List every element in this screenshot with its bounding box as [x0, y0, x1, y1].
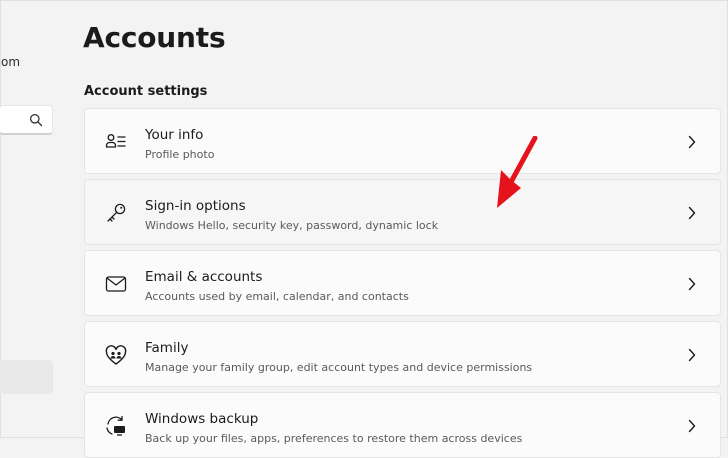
chevron-right-icon — [688, 206, 696, 220]
search-icon — [29, 113, 43, 127]
chevron-right-icon — [688, 419, 696, 433]
mail-icon — [105, 276, 127, 292]
chevron-right-icon — [688, 135, 696, 149]
card-title: Your info — [145, 127, 204, 143]
family-heart-icon — [105, 345, 127, 365]
card-subtitle: Manage your family group, edit account t… — [145, 361, 533, 374]
backup-icon — [106, 415, 125, 436]
chevron-right-icon — [688, 277, 696, 291]
find-setting-search-input[interactable] — [0, 105, 53, 135]
card-windows-backup[interactable]: Windows backup Back up your files, apps,… — [84, 392, 721, 458]
card-title: Family — [145, 340, 189, 356]
card-title: Sign-in options — [145, 198, 246, 214]
key-icon — [107, 203, 126, 222]
card-family[interactable]: Family Manage your family group, edit ac… — [84, 321, 721, 387]
card-title: Windows backup — [145, 411, 259, 427]
page-title: Accounts — [83, 21, 226, 54]
person-list-icon — [105, 134, 126, 148]
card-email-accounts[interactable]: Email & accounts Accounts used by email,… — [84, 250, 721, 316]
card-title: Email & accounts — [145, 269, 263, 285]
nav-item-accounts-selected[interactable] — [0, 360, 53, 394]
section-header: Account settings — [84, 84, 208, 99]
card-sign-in-options[interactable]: Sign-in options Windows Hello, security … — [84, 179, 721, 245]
card-subtitle: Profile photo — [145, 148, 215, 161]
settings-window: om Accounts Account settings Your info P… — [0, 0, 728, 458]
card-your-info[interactable]: Your info Profile photo — [84, 108, 721, 174]
annotation-arrow-icon — [497, 136, 538, 208]
account-email-snippet: om — [1, 55, 21, 69]
card-subtitle: Back up your files, apps, preferences to… — [145, 432, 523, 445]
card-subtitle: Accounts used by email, calendar, and co… — [145, 290, 409, 303]
chevron-right-icon — [688, 348, 696, 362]
card-subtitle: Windows Hello, security key, password, d… — [145, 219, 439, 232]
